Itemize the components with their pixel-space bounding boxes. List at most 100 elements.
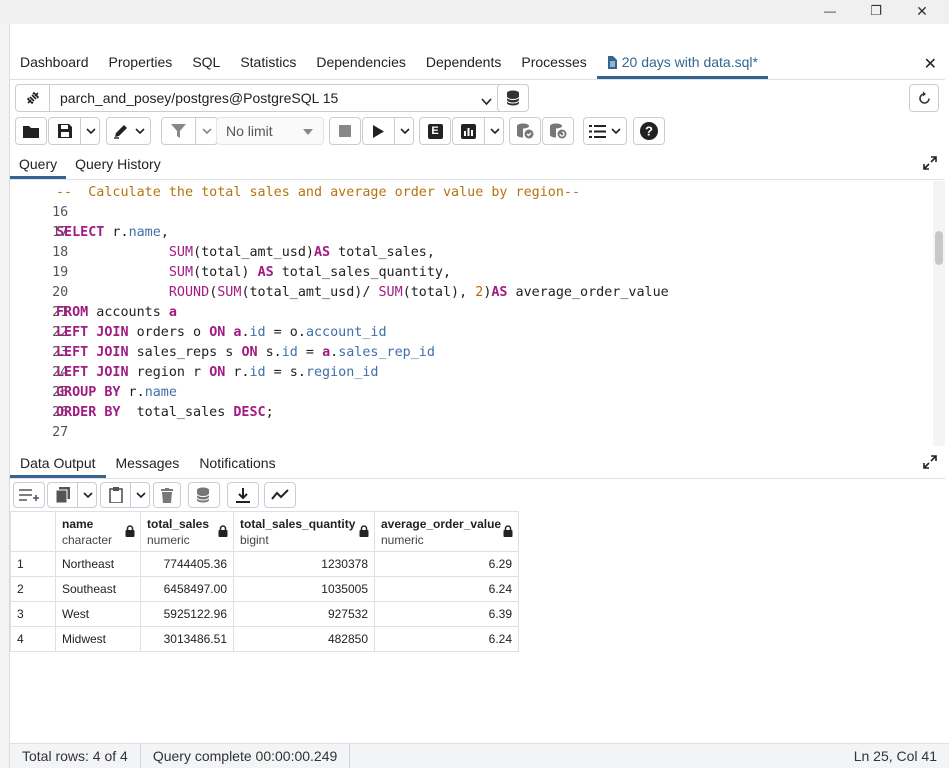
table-cell[interactable]: Midwest xyxy=(55,626,141,652)
code-line: 19 SUM(total_amt_usd)AS total_sales, xyxy=(10,243,930,280)
table-cell[interactable]: 6.24 xyxy=(374,576,519,602)
table-cell[interactable]: 1035005 xyxy=(233,576,375,602)
tab-dependencies[interactable]: Dependencies xyxy=(306,45,416,79)
refresh-button[interactable] xyxy=(909,84,939,112)
stop-button[interactable] xyxy=(329,117,361,145)
code-line: 27 ORDER BY total_sales DESC; xyxy=(10,403,930,440)
edit-button[interactable] xyxy=(106,117,151,145)
tab-dashboard[interactable]: Dashboard xyxy=(10,45,99,79)
table-cell[interactable]: 6458497.00 xyxy=(140,576,234,602)
results-table: name character total_sales numeric total… xyxy=(10,511,519,652)
tab-processes[interactable]: Processes xyxy=(511,45,596,79)
delete-row-button[interactable] xyxy=(153,482,181,508)
add-row-button[interactable] xyxy=(13,482,45,508)
tab-notifications[interactable]: Notifications xyxy=(189,448,285,478)
chevron-down-icon xyxy=(490,127,500,134)
trash-icon xyxy=(161,487,173,503)
tab-sql[interactable]: SQL xyxy=(182,45,230,79)
open-file-button[interactable] xyxy=(15,117,47,145)
expand-icon[interactable] xyxy=(923,455,937,472)
table-cell[interactable]: 482850 xyxy=(233,626,375,652)
download-button[interactable] xyxy=(227,482,259,508)
code-line: 24 LEFT JOIN sales_reps s ON s.id = a.sa… xyxy=(10,343,930,380)
table-cell[interactable]: 5925122.96 xyxy=(140,601,234,627)
editor-scrollbar[interactable] xyxy=(933,181,945,446)
explain-analyze-button[interactable] xyxy=(452,117,504,145)
tab-data-output[interactable]: Data Output xyxy=(10,448,106,478)
table-cell[interactable]: 6.29 xyxy=(374,551,519,577)
tab-messages[interactable]: Messages xyxy=(106,448,190,478)
stop-icon xyxy=(339,125,351,137)
graph-visualiser-button[interactable] xyxy=(264,482,296,508)
tab-query-file[interactable]: 20 days with data.sql* xyxy=(596,45,768,79)
chevron-down-icon xyxy=(202,127,212,134)
limit-label: No limit xyxy=(226,123,273,139)
code-line: 17 xyxy=(10,203,930,240)
column-header[interactable]: total_sales_quantity bigint xyxy=(233,511,375,552)
sql-editor[interactable]: 16 -- Calculate the total sales and aver… xyxy=(10,181,945,446)
connection-select[interactable]: parch_and_posey/postgres@PostgreSQL 15 xyxy=(15,84,507,112)
table-cell[interactable]: Southeast xyxy=(55,576,141,602)
chevron-down-icon xyxy=(611,127,621,134)
table-cell[interactable]: 7744405.36 xyxy=(140,551,234,577)
row-number[interactable]: 4 xyxy=(10,626,56,652)
code-text: LEFT JOIN orders o ON a.id = o.account_i… xyxy=(56,325,387,340)
expand-icon[interactable] xyxy=(923,156,937,173)
commit-button[interactable] xyxy=(509,117,541,145)
tab-query-history[interactable]: Query History xyxy=(66,149,170,179)
new-connection-button[interactable] xyxy=(497,84,529,112)
table-cell[interactable]: 1230378 xyxy=(233,551,375,577)
caret-down-icon xyxy=(303,129,313,135)
tab-dependents[interactable]: Dependents xyxy=(416,45,512,79)
execute-button[interactable] xyxy=(362,117,414,145)
table-row[interactable]: 4 Midwest 3013486.51 482850 6.24 xyxy=(10,626,519,652)
row-count-status: Total rows: 4 of 4 xyxy=(10,743,141,768)
column-name: average_order_value xyxy=(381,516,502,531)
macros-button[interactable] xyxy=(583,117,627,145)
table-cell[interactable]: 927532 xyxy=(233,601,375,627)
table-row[interactable]: 2 Southeast 6458497.00 1035005 6.24 xyxy=(10,576,519,602)
code-text: ROUND(SUM(total_amt_usd)/ SUM(total), 2)… xyxy=(168,285,669,300)
rollback-button[interactable] xyxy=(542,117,574,145)
tab-statistics[interactable]: Statistics xyxy=(230,45,306,79)
filter-button[interactable] xyxy=(161,117,218,145)
code-text: LEFT JOIN region r ON r.id = s.region_id xyxy=(56,365,379,380)
table-cell[interactable]: 3013486.51 xyxy=(140,626,234,652)
table-cell[interactable]: 6.24 xyxy=(374,626,519,652)
table-header-row: name character total_sales numeric total… xyxy=(10,511,519,552)
bar-chart-icon xyxy=(461,123,476,139)
row-number[interactable]: 1 xyxy=(10,551,56,577)
save-data-button[interactable] xyxy=(188,482,220,508)
scrollbar-thumb[interactable] xyxy=(935,231,943,265)
left-panel-edge xyxy=(0,24,10,768)
row-number[interactable]: 3 xyxy=(10,601,56,627)
explain-button[interactable]: E xyxy=(419,117,451,145)
column-header[interactable]: average_order_value numeric xyxy=(374,511,519,552)
window-close-button[interactable]: ✕ xyxy=(899,0,945,22)
close-tab-icon[interactable]: ✕ xyxy=(924,54,937,74)
row-number[interactable]: 2 xyxy=(10,576,56,602)
table-row[interactable]: 3 West 5925122.96 927532 6.39 xyxy=(10,601,519,627)
table-row[interactable]: 1 Northeast 7744405.36 1230378 6.29 xyxy=(10,551,519,577)
copy-button[interactable] xyxy=(47,482,97,508)
paste-button[interactable] xyxy=(100,482,150,508)
save-button[interactable] xyxy=(48,117,100,145)
column-header[interactable]: total_sales numeric xyxy=(140,511,234,552)
tab-label: Messages xyxy=(115,455,180,471)
tab-query[interactable]: Query xyxy=(10,149,67,179)
query-toolbar: No limit E ? xyxy=(10,116,945,146)
query-status: Query complete 00:00:00.249 xyxy=(141,743,351,768)
tab-label: Dependencies xyxy=(316,54,406,70)
minimize-button[interactable]: — xyxy=(807,0,853,22)
table-cell[interactable]: 6.39 xyxy=(374,601,519,627)
tab-properties[interactable]: Properties xyxy=(99,45,183,79)
refresh-icon xyxy=(918,91,930,104)
table-cell[interactable]: West xyxy=(55,601,141,627)
help-button[interactable]: ? xyxy=(633,117,665,145)
limit-select[interactable]: No limit xyxy=(216,117,324,145)
table-cell[interactable]: Northeast xyxy=(55,551,141,577)
column-header[interactable]: name character xyxy=(55,511,141,552)
restore-button[interactable]: ❐ xyxy=(853,0,899,22)
lock-icon xyxy=(359,525,369,537)
rollback-icon xyxy=(550,123,567,139)
